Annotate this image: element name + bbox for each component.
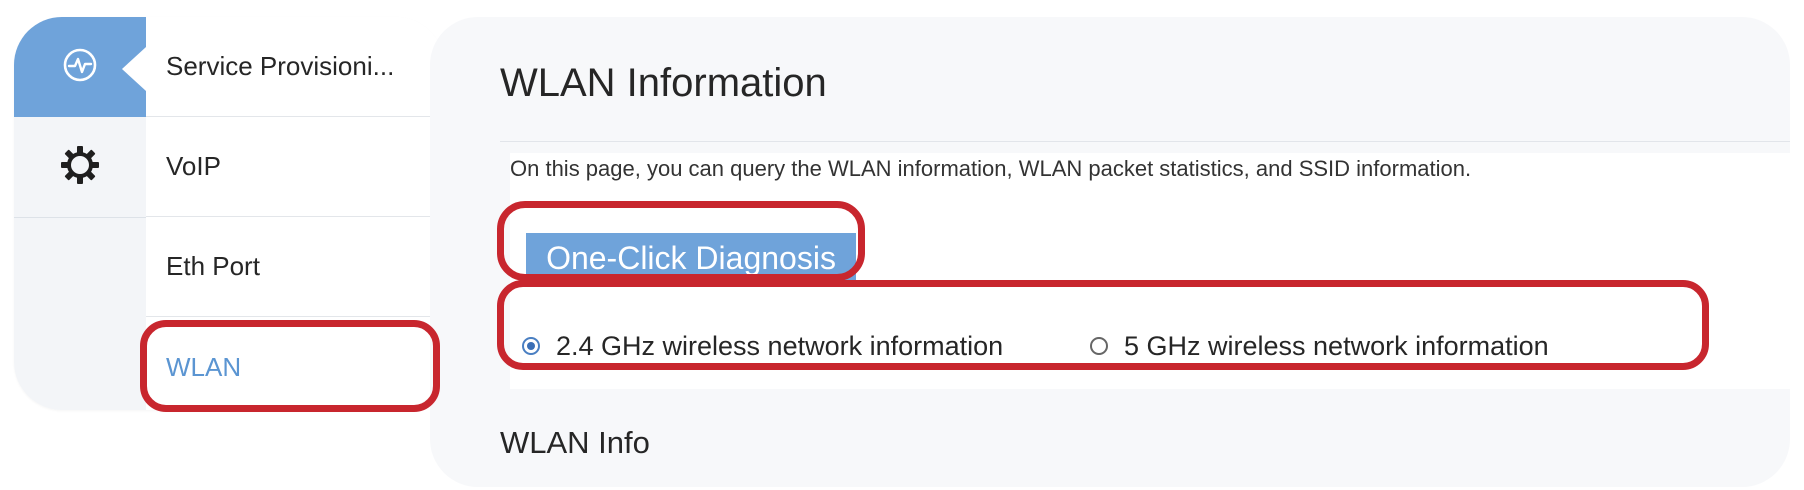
- title-divider: [500, 141, 1790, 142]
- icon-rail: [14, 17, 146, 410]
- sidebar-item-wlan[interactable]: WLAN: [146, 317, 444, 410]
- page-description: On this page, you can query the WLAN inf…: [510, 153, 1790, 213]
- sidebar-item-voip[interactable]: VoIP: [146, 117, 444, 217]
- status-pulse-icon: [60, 45, 100, 90]
- band-selector: 2.4 GHz wireless network information 5 G…: [510, 303, 1790, 389]
- radio-option-2-4ghz[interactable]: 2.4 GHz wireless network information: [522, 303, 1003, 389]
- rail-item-settings[interactable]: [14, 117, 146, 218]
- page-description-text: On this page, you can query the WLAN inf…: [510, 156, 1472, 181]
- diagnosis-section: One-Click Diagnosis: [510, 213, 1790, 303]
- sidebar: Service Provisioni... VoIP Eth Port WLAN: [14, 17, 444, 410]
- main-panel: WLAN Information On this page, you can q…: [430, 17, 1790, 487]
- section-title-wlan-info: WLAN Info: [500, 425, 650, 460]
- rail-item-status[interactable]: [14, 17, 146, 117]
- sidebar-menu: Service Provisioni... VoIP Eth Port WLAN: [146, 17, 444, 410]
- sidebar-item-label: Eth Port: [166, 251, 260, 281]
- active-pointer: [122, 47, 146, 91]
- radio-label: 5 GHz wireless network information: [1124, 330, 1549, 361]
- radio-label: 2.4 GHz wireless network information: [556, 330, 1004, 361]
- sidebar-item-service-provisioning[interactable]: Service Provisioni...: [146, 17, 444, 117]
- radio-option-5ghz[interactable]: 5 GHz wireless network information: [1090, 303, 1549, 389]
- screenshot-root: Service Provisioni... VoIP Eth Port WLAN…: [0, 0, 1804, 490]
- radio-button-2-4ghz[interactable]: [522, 337, 540, 355]
- radio-button-5ghz[interactable]: [1090, 337, 1108, 355]
- sidebar-item-eth-port[interactable]: Eth Port: [146, 217, 444, 317]
- one-click-diagnosis-button[interactable]: One-Click Diagnosis: [526, 233, 856, 283]
- sidebar-item-label: Service Provisioni...: [166, 51, 395, 81]
- sidebar-item-label: VoIP: [166, 151, 221, 181]
- page-title: WLAN Information: [500, 61, 827, 105]
- gear-icon: [58, 143, 102, 192]
- sidebar-item-label: WLAN: [166, 351, 242, 382]
